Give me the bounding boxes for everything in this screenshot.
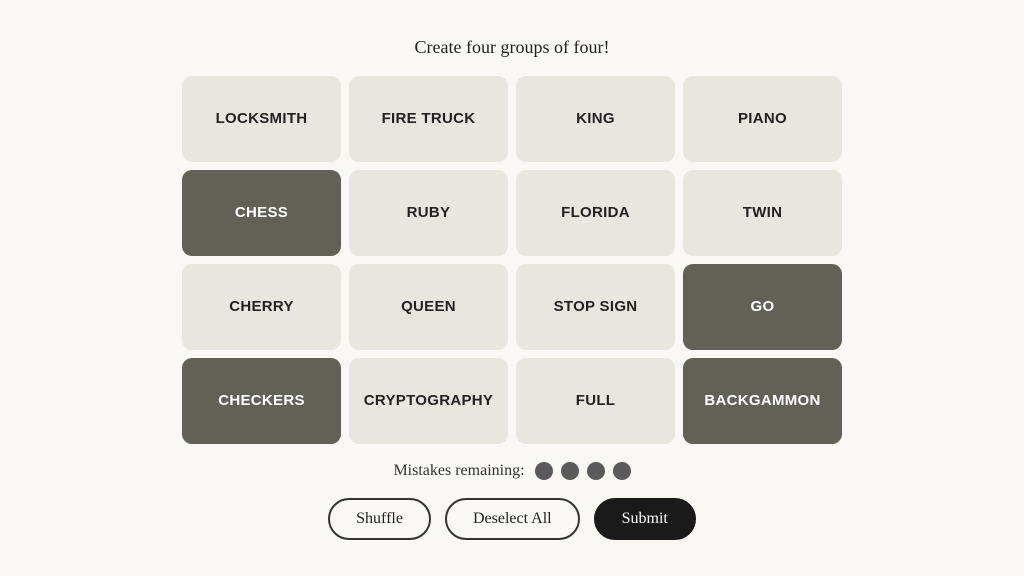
submit-button[interactable]: Submit bbox=[594, 498, 696, 540]
instruction-text: Create four groups of four! bbox=[415, 37, 610, 58]
tile-stop-sign[interactable]: STOP SIGN bbox=[516, 264, 675, 350]
buttons-row: Shuffle Deselect All Submit bbox=[328, 498, 696, 540]
tile-twin[interactable]: TWIN bbox=[683, 170, 842, 256]
deselect-all-button[interactable]: Deselect All bbox=[445, 498, 580, 540]
tile-piano[interactable]: PIANO bbox=[683, 76, 842, 162]
tile-go[interactable]: GO bbox=[683, 264, 842, 350]
tile-cherry[interactable]: CHERRY bbox=[182, 264, 341, 350]
main-container: Create four groups of four! LOCKSMITHFIR… bbox=[182, 37, 842, 540]
mistake-dot-3 bbox=[587, 462, 605, 480]
shuffle-button[interactable]: Shuffle bbox=[328, 498, 431, 540]
mistake-dot-1 bbox=[535, 462, 553, 480]
tile-full[interactable]: FULL bbox=[516, 358, 675, 444]
tile-king[interactable]: KING bbox=[516, 76, 675, 162]
tile-grid: LOCKSMITHFIRE TRUCKKINGPIANO CHESSRUBYFLO… bbox=[182, 76, 842, 444]
tile-checkers[interactable]: CHECKERS bbox=[182, 358, 341, 444]
tile-backgammon[interactable]: BACKGAMMON bbox=[683, 358, 842, 444]
mistakes-label: Mistakes remaining: bbox=[393, 462, 524, 480]
tile-fire-truck[interactable]: FIRE TRUCK bbox=[349, 76, 508, 162]
mistake-dots bbox=[535, 462, 631, 480]
tile-queen[interactable]: QUEEN bbox=[349, 264, 508, 350]
tile-cryptography[interactable]: CRYPTOGRAPHY bbox=[349, 358, 508, 444]
tile-ruby[interactable]: RUBY bbox=[349, 170, 508, 256]
mistake-dot-4 bbox=[613, 462, 631, 480]
tile-florida[interactable]: FLORIDA bbox=[516, 170, 675, 256]
mistakes-row: Mistakes remaining: bbox=[393, 462, 630, 480]
mistake-dot-2 bbox=[561, 462, 579, 480]
tile-locksmith[interactable]: LOCKSMITH bbox=[182, 76, 341, 162]
tile-chess[interactable]: CHESS bbox=[182, 170, 341, 256]
